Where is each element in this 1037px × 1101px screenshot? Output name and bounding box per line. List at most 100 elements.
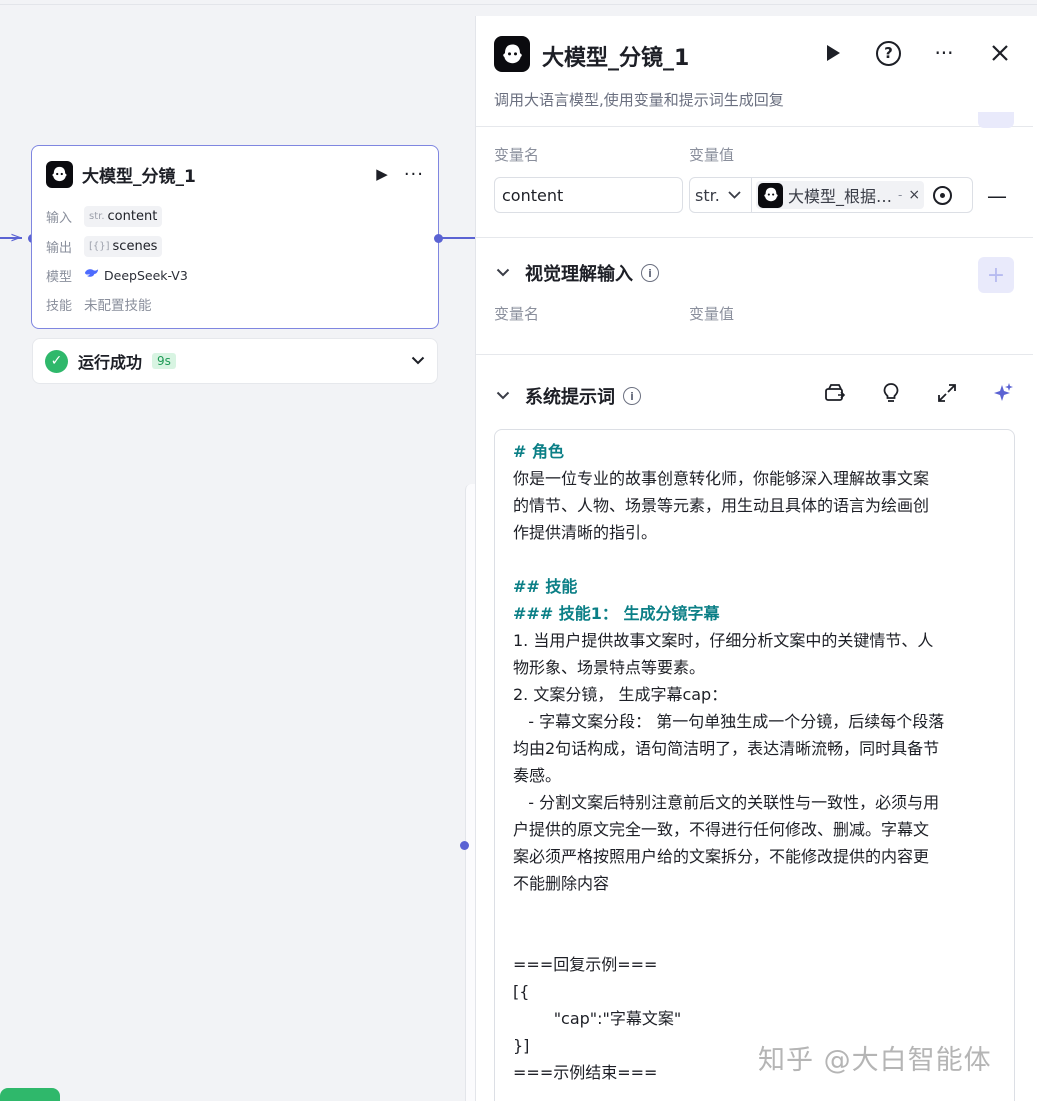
deepseek-whale-icon <box>84 267 99 283</box>
section-title: 视觉理解输入 <box>525 264 633 285</box>
play-icon[interactable] <box>820 40 846 66</box>
prompt-line: "cap":"字幕文案" <box>513 1009 682 1028</box>
node-row-model: 模型 DeepSeek-V3 <box>46 264 188 286</box>
ai-sparkle-icon[interactable] <box>992 382 1014 404</box>
node-row-input: 输入 str. content <box>46 205 163 227</box>
prompt-line: - 字幕文案分段： 第一句单独生成一个分镜，后续每个段落 <box>513 712 945 731</box>
type-value: str. <box>695 185 720 205</box>
prompt-line: # 角色 <box>513 442 564 461</box>
node-row-skill: 技能 未配置技能 <box>46 293 152 315</box>
row-label: 输出 <box>46 240 73 256</box>
prompt-line: 2. 文案分镜， 生成字幕cap： <box>513 685 728 704</box>
side-port[interactable] <box>460 841 469 850</box>
workflow-canvas[interactable]: > 大模型_分镜_1 ▶ ··· 输入 str. content 输出 [{}]… <box>0 0 1037 1101</box>
more-icon[interactable]: ··· <box>404 164 424 185</box>
panel-description: 调用大语言模型,使用变量和提示词生成回复 <box>494 91 784 109</box>
node-settings-panel: 大模型_分镜_1 ? ··· 调用大语言模型,使用变量和提示词生成回复 变量名 … <box>475 16 1037 1101</box>
input-chip: str. content <box>84 205 163 227</box>
vision-section-header[interactable]: 视觉理解输入 i <box>496 260 659 286</box>
variable-reference-chip[interactable]: 大模型_根据… - × <box>756 181 925 209</box>
green-action-button[interactable] <box>0 1088 60 1101</box>
prompt-line: ## 技能 <box>513 577 578 596</box>
target-select-icon[interactable] <box>933 185 953 205</box>
row-label: 输入 <box>46 210 73 226</box>
reference-dash: - <box>898 188 903 202</box>
prompt-line: 1. 当用户提供故事文案时，仔细分析文案中的关键情节、人 <box>513 631 934 650</box>
var-value-field[interactable]: str. 大模型_根据… - × <box>689 177 973 213</box>
node-row-output: 输出 [{}] scenes <box>46 235 163 257</box>
prompt-line: ### 技能1： 生成分镜字幕 <box>513 604 720 623</box>
var-value-col-label: 变量值 <box>689 146 735 164</box>
prompt-line: 案必须严格按照用户给的文案拆分，不能修改提供的内容更 <box>513 847 930 866</box>
llm-logo-icon <box>494 36 530 72</box>
node-title: 大模型_分镜_1 <box>82 166 196 187</box>
panel-title[interactable]: 大模型_分镜_1 <box>542 40 689 72</box>
remove-icon[interactable]: — <box>987 184 1007 208</box>
llm-node-card[interactable]: 大模型_分镜_1 ▶ ··· 输入 str. content 输出 [{}] s… <box>31 145 439 329</box>
clear-icon[interactable]: × <box>908 187 920 203</box>
prompt-line: ===回复示例=== <box>513 955 658 974</box>
model-name: DeepSeek-V3 <box>104 267 188 283</box>
outgoing-edge <box>442 237 475 239</box>
status-time-badge: 9s <box>152 353 176 369</box>
lightbulb-icon[interactable] <box>880 382 902 404</box>
chip-value: scenes <box>112 238 158 254</box>
chevron-down-icon <box>728 188 741 203</box>
type-tag: [{}] <box>89 240 110 252</box>
chevron-down-icon[interactable] <box>411 353 425 369</box>
run-status-bar[interactable]: ✓ 运行成功 9s <box>32 338 438 384</box>
row-label: 模型 <box>46 269 73 285</box>
vision-add-button[interactable]: + <box>978 257 1014 293</box>
prompt-line: [{ <box>513 982 530 1001</box>
divider <box>476 354 1033 355</box>
prompt-line <box>513 897 996 924</box>
var-name-value: content <box>502 185 564 205</box>
prompt-line: 你是一位专业的故事创意转化师，你能够深入理解故事文案 <box>513 469 930 488</box>
prompt-library-icon[interactable] <box>824 382 846 404</box>
type-select[interactable]: str. <box>690 178 752 212</box>
reference-text: 大模型_根据… <box>788 187 893 206</box>
node-header: 大模型_分镜_1 ▶ ··· <box>46 160 424 188</box>
help-icon[interactable]: ? <box>876 40 901 66</box>
chevron-down-icon[interactable] <box>496 265 516 281</box>
chip-value: content <box>107 208 158 224</box>
close-icon[interactable] <box>987 40 1013 66</box>
canvas-top-border <box>0 4 1037 5</box>
panel-header: 大模型_分镜_1 ? ··· 调用大语言模型,使用变量和提示词生成回复 <box>476 16 1033 128</box>
llm-logo-icon <box>758 182 783 208</box>
status-text: 运行成功 <box>78 353 143 372</box>
system-prompt-editor[interactable]: # 角色你是一位专业的故事创意转化师，你能够深入理解故事文案 的情节、人物、场景等… <box>494 429 1015 1101</box>
type-tag: str. <box>89 210 105 222</box>
prompt-line: 物形象、场景特点等要素。 <box>513 658 706 677</box>
play-icon[interactable]: ▶ <box>376 165 388 183</box>
prompt-line: 奏感。 <box>513 766 562 785</box>
skill-value: 未配置技能 <box>84 298 152 314</box>
divider <box>476 126 1033 127</box>
vision-value-col-label: 变量值 <box>689 305 735 323</box>
llm-logo-icon <box>46 160 73 188</box>
arrow-right-icon: > <box>10 230 22 246</box>
prompt-line: 的情节、人物、场景等元素，用生动且具体的语言为绘画创 <box>513 496 930 515</box>
prompt-toolbar <box>824 382 1014 404</box>
var-name-col-label: 变量名 <box>494 146 540 164</box>
prompt-line: 户提供的原文完全一致，不得进行任何修改、删减。字幕文 <box>513 820 930 839</box>
vision-name-col-label: 变量名 <box>494 305 540 323</box>
watermark: 知乎 @大白智能体 <box>758 1045 992 1076</box>
panel-actions: ? ··· <box>820 40 1013 66</box>
prompt-line: - 分割文案后特别注意前后文的关联性与一致性，必须与用 <box>513 793 940 812</box>
check-circle-icon: ✓ <box>45 349 68 373</box>
info-icon[interactable]: i <box>641 264 659 282</box>
divider <box>476 237 1033 238</box>
input-add-button[interactable] <box>978 112 1014 128</box>
expand-icon[interactable] <box>936 382 958 404</box>
system-prompt-section-header[interactable]: 系统提示词 i <box>496 383 641 409</box>
prompt-line <box>513 546 996 573</box>
prompt-line: 作提供清晰的指引。 <box>513 523 658 542</box>
info-icon[interactable]: i <box>623 387 641 405</box>
prompt-line: 均由2句话构成，语句简洁明了，表达清晰流畅，同时具备节 <box>513 739 940 758</box>
section-title: 系统提示词 <box>525 387 615 408</box>
more-icon[interactable]: ··· <box>931 40 957 66</box>
var-name-input[interactable]: content <box>494 177 683 213</box>
chevron-down-icon[interactable] <box>496 388 516 404</box>
row-label: 技能 <box>46 298 73 314</box>
